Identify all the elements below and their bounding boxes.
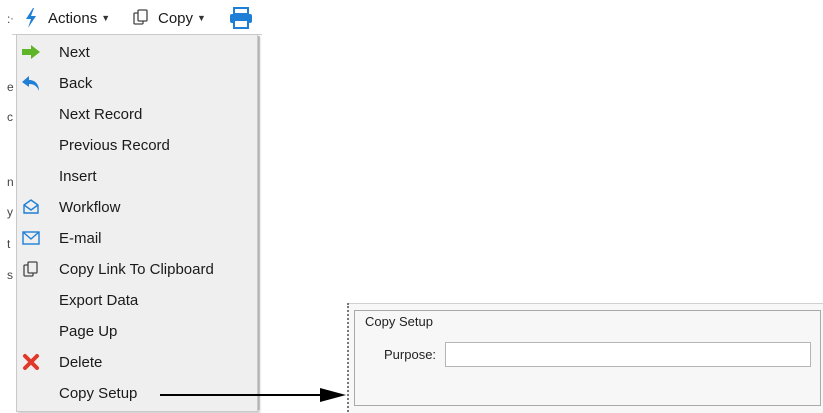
arrow-right-icon <box>21 42 41 62</box>
menu-item-label: Export Data <box>59 292 139 309</box>
chevron-down-icon: ▼ <box>101 13 111 23</box>
menu-item-page-up[interactable]: Page Up <box>17 316 257 347</box>
copy-label: Copy <box>158 9 194 27</box>
toolbar: · Actions ▼ Copy ▼ <box>10 0 262 35</box>
menu-item-label: Insert <box>59 168 97 185</box>
copy-link-icon <box>21 259 41 279</box>
menu-item-export-data[interactable]: Export Data <box>17 285 257 316</box>
menu-item-next[interactable]: Next <box>17 37 257 68</box>
actions-menu: Next Back Next Record Previous Record In… <box>16 34 258 412</box>
workflow-envelope-icon <box>21 197 41 217</box>
copy-dropdown-button[interactable]: Copy ▼ <box>132 7 206 29</box>
menu-item-label: E-mail <box>59 230 102 247</box>
menu-item-label: Delete <box>59 354 103 371</box>
print-button[interactable] <box>228 7 256 29</box>
bg-fragment: n <box>7 175 14 189</box>
menu-item-label: Workflow <box>59 199 121 216</box>
purpose-label: Purpose: <box>384 347 437 362</box>
lightning-bolt-icon <box>22 7 42 29</box>
bg-fragment: e <box>7 80 14 94</box>
email-icon <box>21 228 41 248</box>
menu-item-label: Copy Link To Clipboard <box>59 261 214 278</box>
background-page-fragment: : e c n y t s <box>0 0 16 412</box>
actions-label: Actions <box>48 9 98 27</box>
menu-item-copy-link[interactable]: Copy Link To Clipboard <box>17 254 257 285</box>
toolbar-separator: · <box>10 11 14 25</box>
bg-fragment: c <box>7 110 13 124</box>
menu-item-workflow[interactable]: Workflow <box>17 192 257 223</box>
menu-item-label: Copy Setup <box>59 385 138 402</box>
menu-item-back[interactable]: Back <box>17 68 257 99</box>
menu-item-label: Back <box>59 75 93 92</box>
menu-item-label: Previous Record <box>59 137 170 154</box>
chevron-down-icon: ▼ <box>197 13 206 23</box>
bg-fragment: t <box>7 237 11 251</box>
copy-setup-legend: Copy Setup <box>362 314 436 329</box>
menu-item-label: Page Up <box>59 323 118 340</box>
menu-item-delete[interactable]: Delete <box>17 347 257 378</box>
purpose-input[interactable] <box>445 342 811 367</box>
menu-item-label: Next Record <box>59 106 143 123</box>
callout-arrow <box>160 388 346 402</box>
actions-dropdown-button[interactable]: Actions ▼ <box>22 7 110 29</box>
menu-item-next-record[interactable]: Next Record <box>17 99 257 130</box>
menu-item-label: Next <box>59 44 90 61</box>
menu-item-email[interactable]: E-mail <box>17 223 257 254</box>
back-arrow-icon <box>21 73 41 93</box>
bg-fragment: s <box>7 268 13 282</box>
menu-item-previous-record[interactable]: Previous Record <box>17 130 257 161</box>
menu-item-insert[interactable]: Insert <box>17 161 257 192</box>
bg-fragment: y <box>7 205 13 219</box>
panel-resize-edge <box>347 303 353 412</box>
delete-x-icon <box>21 352 41 372</box>
copy-pages-icon <box>132 8 152 28</box>
printer-icon <box>228 7 256 29</box>
